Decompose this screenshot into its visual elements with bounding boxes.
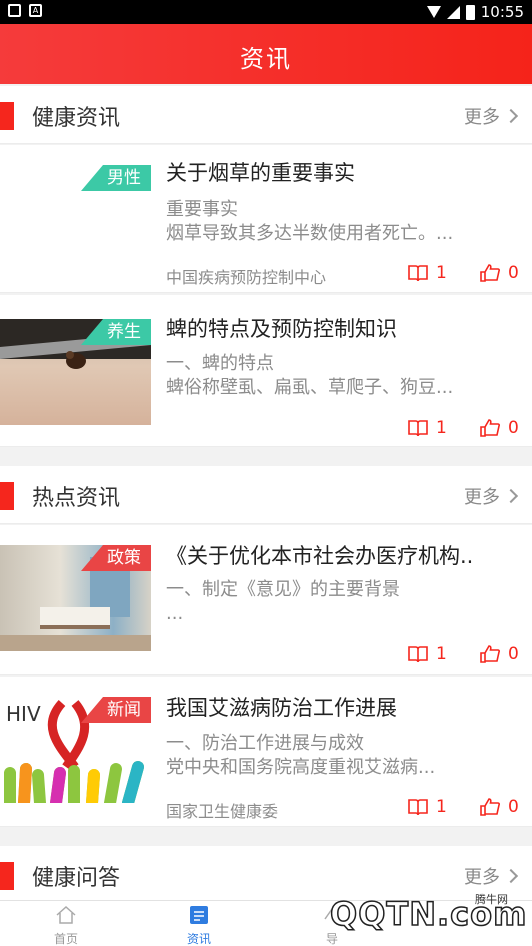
article-title: 《关于优化本市社会办医疗机构.. — [166, 544, 474, 568]
app-notification-icon: A — [29, 4, 42, 17]
page-title: 资讯 — [240, 45, 292, 73]
book-icon — [408, 265, 428, 282]
article-summary: 重要事实 烟草导致其多达半数使用者死亡。... — [166, 199, 454, 244]
section-title: 健康问答 — [32, 866, 121, 891]
news-icon — [190, 906, 208, 924]
more-button[interactable]: 更多 — [464, 863, 519, 889]
tab-news[interactable]: 资讯 — [159, 903, 239, 946]
hiv-label: HIV — [6, 702, 41, 726]
like-count-value: 0 — [508, 263, 519, 283]
watermark-small-text: 腾牛网 — [475, 893, 508, 906]
like-count-value: 0 — [508, 797, 519, 817]
article-thumbnail: 养生 — [0, 319, 151, 425]
thumbs-up-icon — [480, 645, 500, 663]
status-bar: A 10:55 — [0, 0, 532, 24]
battery-icon — [465, 4, 475, 20]
category-tag: 男性 — [81, 165, 151, 191]
notification-icon — [8, 4, 21, 17]
section-accent-bar — [0, 102, 14, 130]
book-icon — [408, 799, 428, 816]
section-accent-bar — [0, 862, 14, 890]
watermark-logo: QQTN.com 腾牛网 — [329, 891, 527, 943]
app-header: 资讯 — [0, 24, 532, 84]
like-button[interactable]: 0 — [480, 418, 519, 438]
section-title: 健康资讯 — [32, 106, 121, 131]
more-button[interactable]: 更多 — [464, 103, 519, 129]
thumbs-up-icon — [480, 798, 500, 816]
tab-news-label: 资讯 — [186, 932, 211, 946]
article-title: 关于烟草的重要事实 — [166, 161, 355, 185]
section-title: 热点资讯 — [32, 486, 121, 511]
more-label: 更多 — [464, 487, 500, 508]
thumbs-up-icon — [480, 264, 500, 282]
like-count-value: 0 — [508, 418, 519, 438]
read-count: 1 — [408, 263, 447, 283]
read-count: 1 — [408, 418, 447, 438]
section-header-health-news: 健康资讯 更多 — [0, 86, 532, 144]
chevron-right-icon — [503, 488, 519, 504]
article-title: 蜱的特点及预防控制知识 — [166, 317, 397, 341]
read-count-value: 1 — [436, 263, 447, 283]
like-button[interactable]: 0 — [480, 644, 519, 664]
thumbs-up-icon — [480, 419, 500, 437]
article-source: 国家卫生健康委 — [166, 802, 279, 821]
article-summary: 一、制定《意见》的主要背景 ... — [166, 579, 400, 624]
article-card[interactable]: 男性 关于烟草的重要事实 重要事实 烟草导致其多达半数使用者死亡。... 中国疾… — [0, 145, 532, 293]
wifi-icon — [426, 6, 441, 18]
bottom-tab-bar: 首页 资讯 导 QQTN.com 腾牛网 — [0, 893, 532, 946]
article-thumbnail: 男性 — [0, 165, 151, 271]
clock: 10:55 — [480, 3, 524, 21]
more-label: 更多 — [464, 867, 500, 888]
like-button[interactable]: 0 — [480, 263, 519, 283]
book-icon — [408, 646, 428, 663]
article-title: 我国艾滋病防治工作进展 — [166, 696, 397, 720]
article-source: 中国疾病预防控制中心 — [166, 268, 327, 287]
more-button[interactable]: 更多 — [464, 483, 519, 509]
article-summary: 一、防治工作进展与成效 党中央和国务院高度重视艾滋病... — [166, 733, 436, 778]
read-count-value: 1 — [436, 644, 447, 664]
chevron-right-icon — [503, 108, 519, 124]
signal-icon — [446, 5, 460, 19]
article-card[interactable]: 政策 《关于优化本市社会办医疗机构.. 一、制定《意见》的主要背景 ... 1 … — [0, 525, 532, 675]
read-count: 1 — [408, 644, 447, 664]
book-icon — [408, 420, 428, 437]
like-count-value: 0 — [508, 644, 519, 664]
article-card[interactable]: HIV 新闻 我国艾滋病防治工作进展 一、防治工作进展与成效 党中央和国务院高度… — [0, 677, 532, 827]
tab-home-label: 首页 — [53, 932, 78, 946]
read-count-value: 1 — [436, 418, 447, 438]
read-count: 1 — [408, 797, 447, 817]
like-button[interactable]: 0 — [480, 797, 519, 817]
article-thumbnail: HIV 新闻 — [0, 697, 151, 803]
article-thumbnail: 政策 — [0, 545, 151, 651]
more-label: 更多 — [464, 107, 500, 128]
article-summary: 一、蜱的特点 蜱俗称壁虱、扁虱、草爬子、狗豆... — [166, 353, 454, 398]
section-accent-bar — [0, 482, 14, 510]
home-icon — [56, 905, 76, 924]
tab-home[interactable]: 首页 — [26, 903, 106, 946]
read-count-value: 1 — [436, 797, 447, 817]
article-card[interactable]: 养生 蜱的特点及预防控制知识 一、蜱的特点 蜱俗称壁虱、扁虱、草爬子、狗豆...… — [0, 295, 532, 447]
chevron-right-icon — [503, 868, 519, 884]
section-header-hot-news: 热点资讯 更多 — [0, 466, 532, 524]
